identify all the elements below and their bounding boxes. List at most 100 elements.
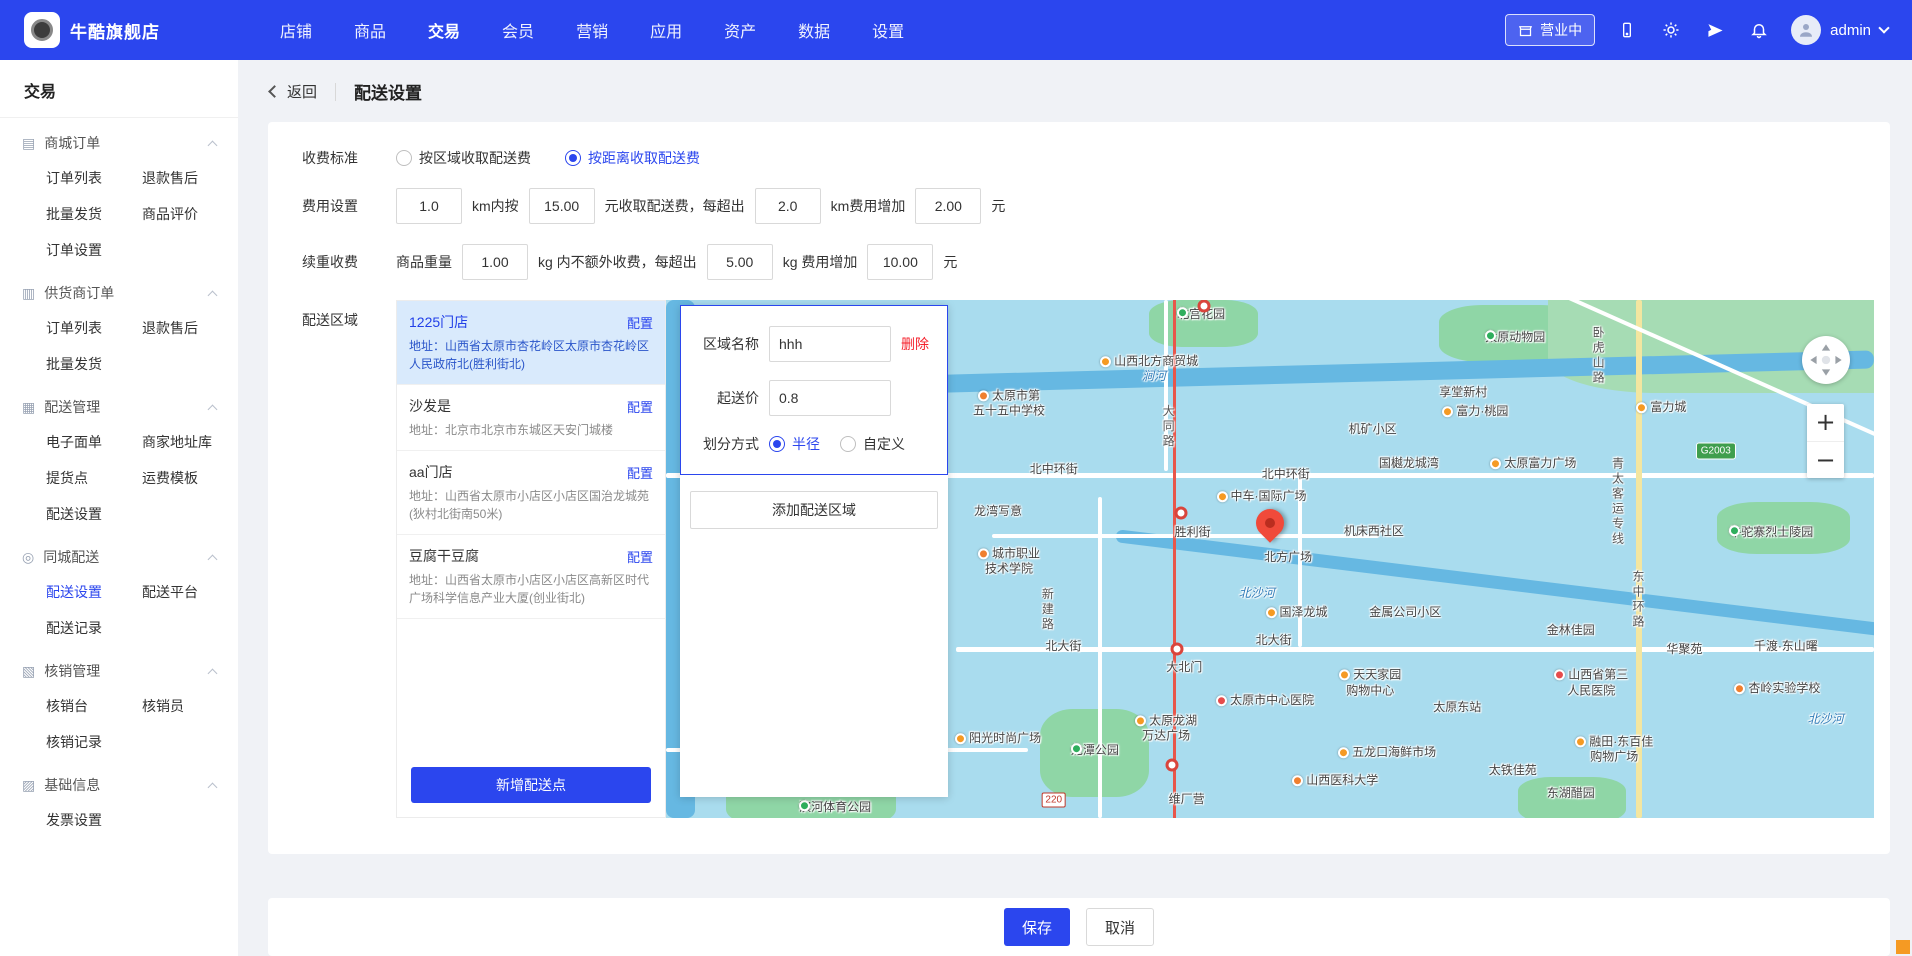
add-delivery-area-button[interactable]: 添加配送区域	[690, 491, 938, 529]
zoom-in-button[interactable]: +	[1807, 404, 1844, 441]
sidebar-item-提货点[interactable]: 提货点	[46, 460, 142, 496]
app-root: 牛酷旗舰店 店铺商品交易会员营销应用资产数据设置 营业中	[0, 0, 1912, 956]
sidebar-item-配送平台[interactable]: 配送平台	[142, 574, 238, 610]
sidebar-group: ▤商城订单订单列表退款售后批量发货商品评价订单设置	[0, 118, 238, 268]
fee-text-4: 元	[991, 196, 1005, 216]
store-item[interactable]: aa门店配置地址：山西省太原市小店区小店区国治龙城苑(狄村北街南50米)	[397, 451, 665, 535]
gear-icon[interactable]	[1659, 18, 1683, 42]
sidebar-item-配送设置[interactable]: 配送设置	[46, 574, 142, 610]
sidebar-item-核销台[interactable]: 核销台	[46, 688, 142, 724]
radio-custom-mode[interactable]: 自定义	[840, 434, 905, 454]
bell-icon[interactable]	[1747, 18, 1771, 42]
sidebar-groups: ▤商城订单订单列表退款售后批量发货商品评价订单设置▥供货商订单订单列表退款售后批…	[0, 118, 238, 838]
zoom-out-button[interactable]: −	[1807, 441, 1844, 478]
radio-charge-by-distance[interactable]: 按距离收取配送费	[565, 148, 700, 168]
nav-item-设置[interactable]: 设置	[872, 18, 904, 42]
delivery-area-row: 配送区域 1225门店配置地址：山西省太原市杏花岭区太原市杏花岭区人民政府北(胜…	[302, 300, 1874, 818]
sidebar-item-商家地址库[interactable]: 商家地址库	[142, 424, 238, 460]
send-icon[interactable]	[1703, 18, 1727, 42]
poi-icon	[955, 733, 966, 744]
sidebar-item-核销员[interactable]: 核销员	[142, 688, 238, 724]
store-item[interactable]: 豆腐干豆腐配置地址：山西省太原市小店区小店区高新区时代广场科学信息产业大厦(创业…	[397, 535, 665, 619]
extra-price-input[interactable]	[915, 188, 981, 224]
map-label: 金林佳园	[1547, 623, 1595, 639]
store-name: 1225门店	[409, 312, 468, 332]
map-label: G2003	[1696, 443, 1736, 460]
business-status-badge[interactable]: 营业中	[1505, 14, 1595, 46]
radio-radius-mode[interactable]: 半径	[769, 434, 820, 454]
min-price-input[interactable]	[769, 380, 891, 416]
extra-weight-input[interactable]	[707, 244, 773, 280]
delete-region-link[interactable]: 删除	[901, 334, 929, 354]
radio-charge-by-area[interactable]: 按区域收取配送费	[396, 148, 531, 168]
sidebar-item-运费模板[interactable]: 运费模板	[142, 460, 238, 496]
nav-item-营销[interactable]: 营销	[576, 18, 608, 42]
map-pin[interactable]	[1256, 509, 1284, 537]
sidebar-group-基础信息[interactable]: ▨基础信息	[0, 760, 238, 802]
store-config-link[interactable]: 配置	[627, 547, 653, 566]
verification-icon: ▧	[22, 663, 35, 680]
sidebar-item-订单列表[interactable]: 订单列表	[46, 310, 142, 346]
sidebar-item-配送设置[interactable]: 配送设置	[46, 496, 146, 532]
sidebar-item-核销记录[interactable]: 核销记录	[46, 724, 146, 760]
nav-item-会员[interactable]: 会员	[502, 18, 534, 42]
map-label: 涧河	[1142, 369, 1166, 385]
weight-extra-price-input[interactable]	[867, 244, 933, 280]
map-label: 天天家园 购物中心	[1339, 668, 1401, 699]
topnav-right: 营业中 admin	[1505, 14, 1888, 46]
poi-icon	[1217, 491, 1228, 502]
sidebar-group-供货商订单[interactable]: ▥供货商订单	[0, 268, 238, 310]
sidebar-group-核销管理[interactable]: ▧核销管理	[0, 646, 238, 688]
nav-item-店铺[interactable]: 店铺	[280, 18, 312, 42]
nav-item-应用[interactable]: 应用	[650, 18, 682, 42]
cancel-button[interactable]: 取消	[1086, 908, 1154, 946]
business-status-label: 营业中	[1540, 20, 1582, 40]
map-label: 北中环街	[1262, 467, 1310, 483]
sidebar-item-商品评价[interactable]: 商品评价	[142, 196, 238, 232]
nav-item-商品[interactable]: 商品	[354, 18, 386, 42]
store-config-link[interactable]: 配置	[627, 463, 653, 482]
sidebar-item-退款售后[interactable]: 退款售后	[142, 310, 238, 346]
base-weight-input[interactable]	[462, 244, 528, 280]
map-compass-control[interactable]	[1802, 336, 1850, 384]
store-config-link[interactable]: 配置	[627, 397, 653, 416]
base-price-input[interactable]	[529, 188, 595, 224]
region-panel: 区域名称 删除 起送价 划分方式	[680, 305, 948, 797]
sidebar-item-批量发货[interactable]: 批量发货	[46, 346, 146, 382]
sidebar-item-发票设置[interactable]: 发票设置	[46, 802, 146, 838]
main-nav: 店铺 商品 交易 会员 营销 应用 资产 数据 设置	[280, 18, 904, 42]
sidebar-item-退款售后[interactable]: 退款售后	[142, 160, 238, 196]
region-name-input[interactable]	[769, 326, 891, 362]
nav-item-交易[interactable]: 交易	[428, 18, 460, 42]
back-button[interactable]: 返回	[270, 81, 317, 102]
sidebar-group-同城配送[interactable]: ◎同城配送	[0, 532, 238, 574]
sidebar-item-批量发货[interactable]: 批量发货	[46, 196, 142, 232]
nav-item-资产[interactable]: 资产	[724, 18, 756, 42]
map-label: 北大街	[1045, 639, 1081, 655]
sidebar-item-订单设置[interactable]: 订单设置	[46, 232, 146, 268]
sidebar-row: 批量发货	[0, 346, 238, 382]
store-item[interactable]: 沙发是配置地址：北京市北京市东城区天安门城楼	[397, 385, 665, 451]
radio-unchecked-icon	[840, 436, 856, 452]
save-button[interactable]: 保存	[1004, 908, 1070, 946]
store-logo[interactable]	[24, 12, 60, 48]
sidebar-item-配送记录[interactable]: 配送记录	[46, 610, 146, 646]
delivery-area-label: 配送区域	[302, 310, 376, 330]
sidebar-group-商城订单[interactable]: ▤商城订单	[0, 118, 238, 160]
within-km-input[interactable]	[396, 188, 462, 224]
add-store-button[interactable]: 新增配送点	[411, 767, 651, 803]
user-menu[interactable]: admin	[1791, 15, 1888, 45]
sidebar-item-订单列表[interactable]: 订单列表	[46, 160, 142, 196]
sidebar-group-配送管理[interactable]: ▦配送管理	[0, 382, 238, 424]
sidebar-item-电子面单[interactable]: 电子面单	[46, 424, 142, 460]
chevron-left-icon	[268, 85, 281, 98]
store-item-header: aa门店配置	[409, 462, 653, 482]
extra-km-input[interactable]	[755, 188, 821, 224]
mobile-icon[interactable]	[1615, 18, 1639, 42]
map-label: 太原龙湖 万达广场	[1135, 713, 1197, 744]
store-item[interactable]: 1225门店配置地址：山西省太原市杏花岭区太原市杏花岭区人民政府北(胜利街北)	[397, 301, 665, 385]
nav-item-数据[interactable]: 数据	[798, 18, 830, 42]
chevron-up-icon	[208, 290, 218, 300]
store-config-link[interactable]: 配置	[627, 313, 653, 332]
map[interactable]: 北宫花园太原动物园山西北方商贸城卧虎山路享堂新村富力·桃园富力城太原市第 五十五…	[666, 300, 1874, 818]
